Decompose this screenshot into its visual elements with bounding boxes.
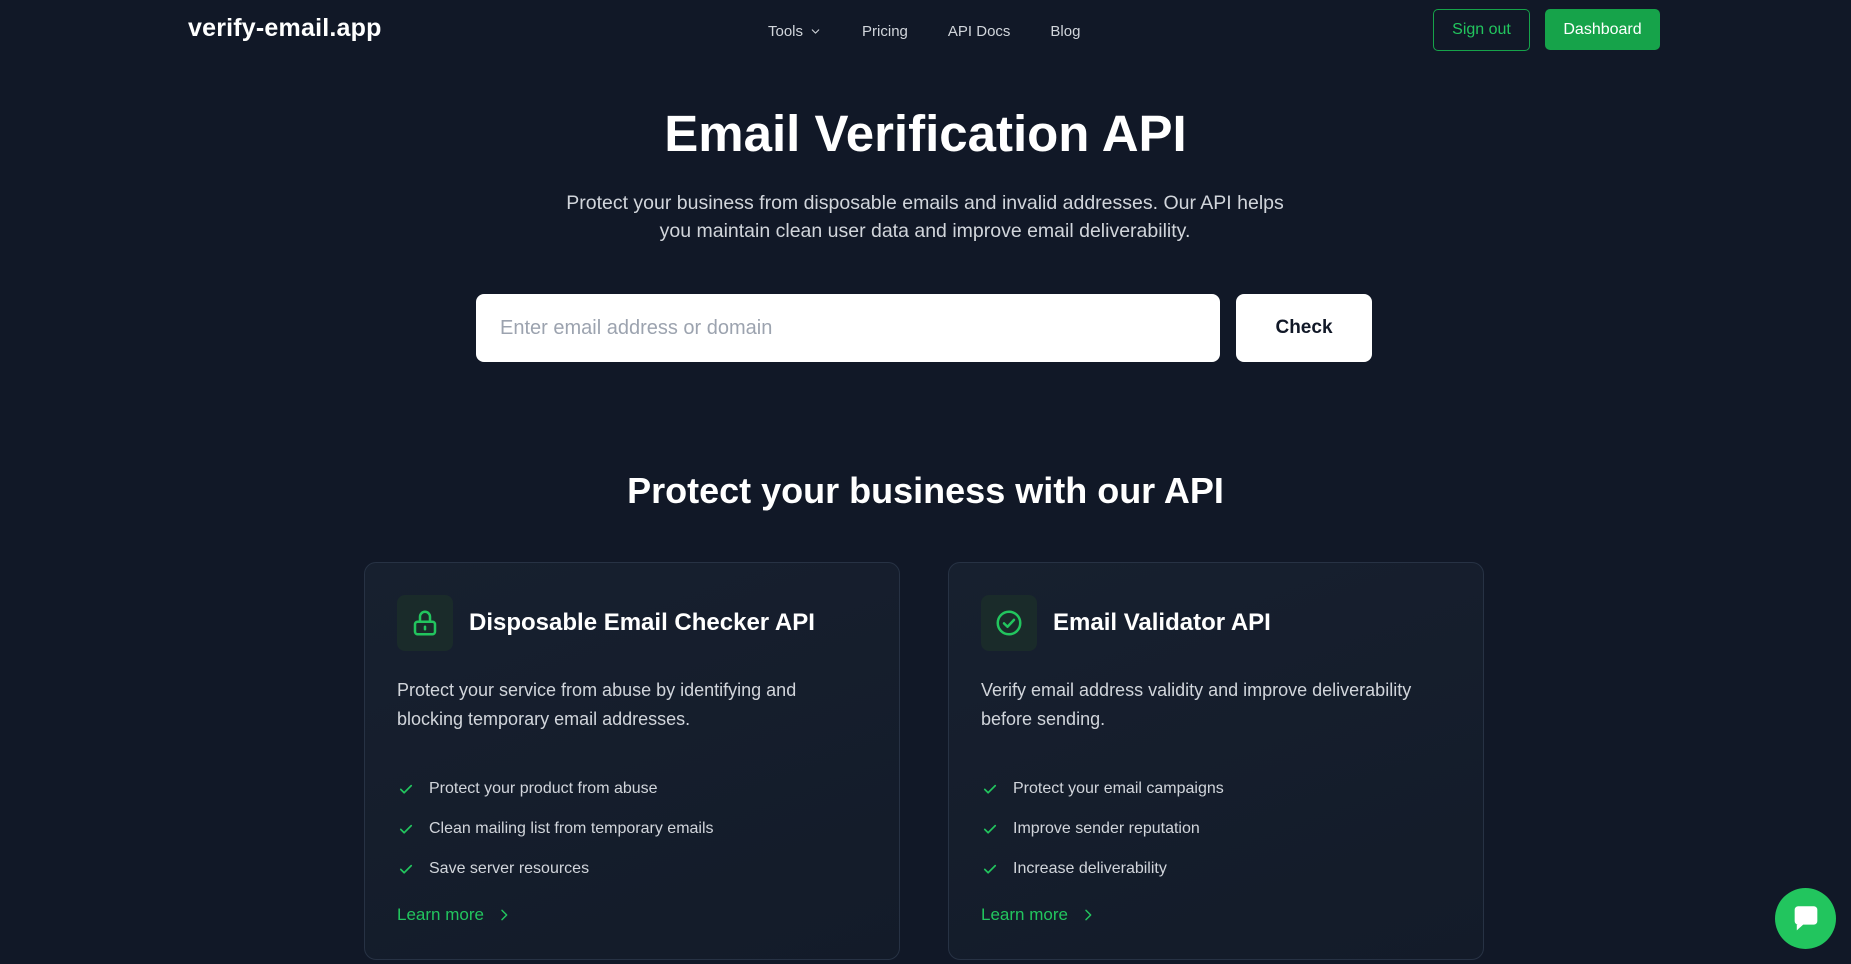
card-title: Disposable Email Checker API [469,609,815,636]
card-description: Protect your service from abuse by ident… [397,680,797,729]
learn-more-label: Learn more [981,905,1068,924]
list-item: Protect your email campaigns [981,769,1224,809]
feature-text: Protect your email campaigns [1013,780,1224,797]
card-title: Email Validator API [1053,609,1271,636]
list-item: Clean mailing list from temporary emails [397,809,714,849]
check-icon [983,824,997,834]
nav-pricing-label: Pricing [862,22,908,40]
nav-blog[interactable]: Blog [1050,23,1080,40]
card-icon-container [397,595,453,651]
site-header: verify-email.app Tools Pricing API Docs … [0,0,1851,60]
hero-subtitle: Protect your business from disposable em… [566,192,1284,242]
dashboard-button[interactable]: Dashboard [1545,9,1660,50]
hero-title: Email Verification API [664,105,1187,162]
main-nav: Tools Pricing API Docs Blog [768,20,1080,42]
chevron-right-icon [1085,909,1092,921]
feature-text: Protect your product from abuse [429,780,658,797]
list-item: Improve sender reputation [981,809,1224,849]
card-disposable-checker: Disposable Email Checker API Protect you… [364,562,900,960]
list-item: Increase deliverability [981,849,1224,889]
nav-api-docs[interactable]: API Docs [948,23,1011,40]
feature-list: Protect your product from abuse Clean ma… [397,769,714,889]
check-circle-icon [996,610,1022,636]
check-icon [399,784,413,794]
card-email-validator: Email Validator API Verify email address… [948,562,1484,960]
feature-text: Clean mailing list from temporary emails [429,820,714,837]
page: verify-email.app Tools Pricing API Docs … [0,0,1851,964]
card-icon-container [981,595,1037,651]
learn-more-link[interactable]: Learn more [981,905,1096,925]
check-icon [983,864,997,874]
logo[interactable]: verify-email.app [188,14,382,43]
card-description: Verify email address validity and improv… [981,680,1412,729]
chevron-right-icon [501,909,508,921]
sign-out-button[interactable]: Sign out [1433,9,1530,51]
feature-text: Improve sender reputation [1013,820,1200,837]
learn-more-label: Learn more [397,905,484,924]
lock-icon [413,610,437,636]
email-search-input[interactable] [476,294,1220,362]
check-icon [399,824,413,834]
check-icon [983,784,997,794]
check-button[interactable]: Check [1236,294,1372,362]
feature-text: Increase deliverability [1013,860,1167,877]
nav-tools-label: Tools [768,22,804,40]
section-title: Protect your business with our API [627,470,1224,511]
nav-tools[interactable]: Tools [768,23,822,40]
chevron-down-icon [811,28,820,34]
chat-button[interactable] [1775,888,1836,949]
nav-blog-label: Blog [1050,22,1081,40]
learn-more-link[interactable]: Learn more [397,905,512,925]
check-icon [399,864,413,874]
chat-bubble-icon [1794,905,1817,930]
list-item: Protect your product from abuse [397,769,714,809]
nav-pricing[interactable]: Pricing [862,23,908,40]
list-item: Save server resources [397,849,714,889]
feature-text: Save server resources [429,860,590,877]
feature-list: Protect your email campaigns Improve sen… [981,769,1224,889]
nav-api-docs-label: API Docs [947,22,1011,40]
